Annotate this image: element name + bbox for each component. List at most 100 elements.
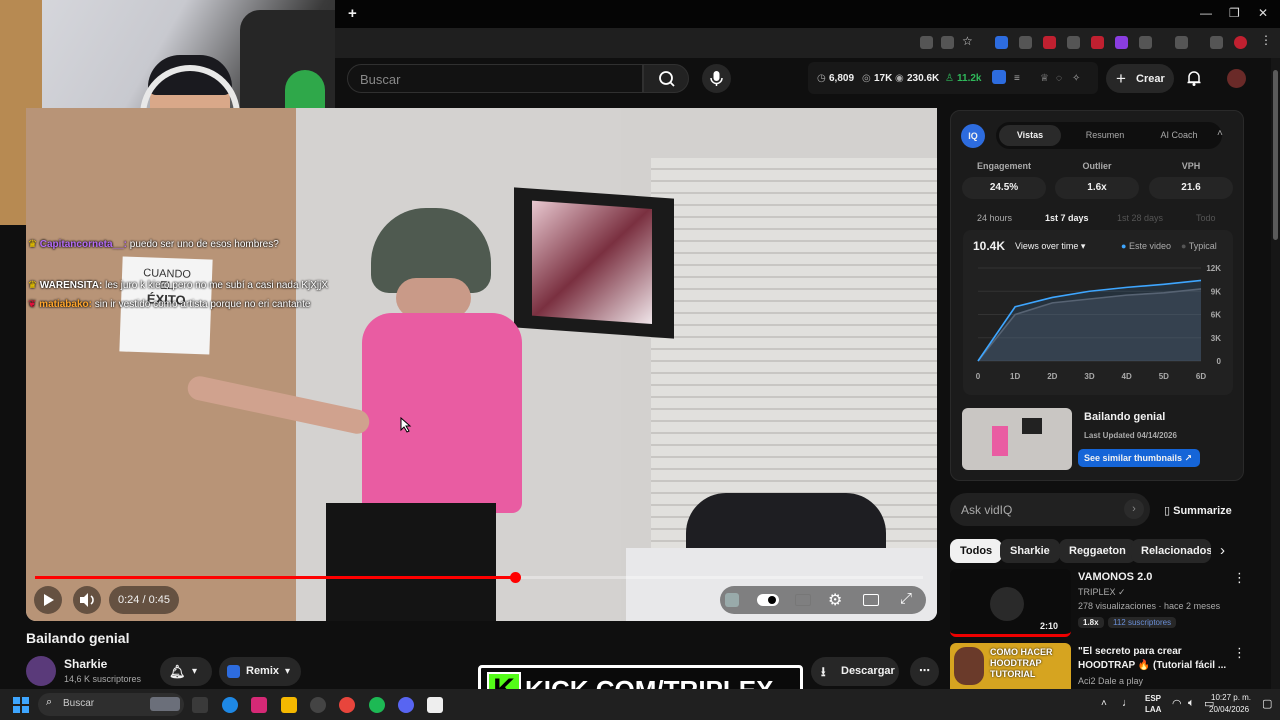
close-window-icon[interactable]: ✕ (1258, 6, 1268, 20)
range-28d[interactable]: 1st 28 days (1117, 213, 1163, 223)
language-indicator[interactable]: ESP (1145, 694, 1161, 703)
profile-icon[interactable] (1234, 36, 1247, 49)
notification-center-icon[interactable]: ▢ (1262, 697, 1272, 710)
vidiq-logo-icon[interactable] (992, 70, 1006, 84)
play-button[interactable] (34, 586, 62, 614)
summarize-button[interactable]: ▯ Summarize (1164, 504, 1232, 517)
cast-icon[interactable] (920, 36, 933, 49)
spotify-icon[interactable] (369, 697, 385, 713)
theater-mode-icon[interactable] (863, 594, 879, 606)
chip-relacionados[interactable]: Relacionados (1131, 539, 1211, 563)
channel-avatar[interactable] (26, 656, 56, 686)
thumb-title: Bailando genial (1084, 411, 1166, 423)
voice-search-button[interactable] (702, 64, 731, 93)
extension-icon[interactable] (1115, 36, 1128, 49)
tab-ai-coach[interactable]: AI Coach (1148, 125, 1210, 146)
ask-vidiq-input[interactable]: Ask vidIQ › (950, 493, 1150, 526)
taskbar-search[interactable]: ⌕ Buscar (38, 693, 184, 716)
puzzle-icon[interactable] (1139, 36, 1152, 49)
volume-button[interactable] (73, 586, 101, 614)
tab-vistas[interactable]: Vistas (999, 125, 1061, 146)
similar-thumbnails-button[interactable]: See similar thumbnails ↗ (1078, 449, 1200, 467)
chips-next-icon[interactable]: › (1220, 542, 1225, 559)
new-tab-button[interactable]: + (348, 5, 357, 22)
sparkle-icon[interactable]: ✧ (1072, 73, 1080, 84)
zoom-icon[interactable] (941, 36, 954, 49)
chip-reggaeton[interactable]: Reggaeton (1059, 539, 1136, 563)
language-layout[interactable]: LAA (1145, 705, 1161, 714)
create-button[interactable]: + Crear (1106, 64, 1174, 93)
subtitles-icon[interactable] (795, 594, 811, 606)
search-button[interactable] (643, 64, 689, 93)
stat-value: 6,809 (829, 73, 855, 84)
instagram-icon[interactable] (251, 697, 267, 713)
chrome-icon[interactable] (339, 697, 355, 713)
task-view-icon[interactable] (192, 697, 208, 713)
minimize-icon[interactable]: — (1200, 6, 1212, 20)
notification-bell-button[interactable]: 🔔︎ ▾ (160, 657, 212, 686)
video-player[interactable]: CUANDO EL ÉXITO ♛ Capitancorneta__: pued… (26, 108, 937, 621)
vidiq-player-icon[interactable] (725, 593, 739, 607)
clock-date[interactable]: 20/04/2026 (1209, 705, 1249, 714)
obs-icon[interactable] (310, 697, 326, 713)
range-24h[interactable]: 24 hours (977, 213, 1012, 223)
tab-resumen[interactable]: Resumen (1074, 125, 1136, 146)
progress-track[interactable] (35, 572, 923, 583)
channel-name[interactable]: Sharkie (64, 657, 107, 671)
file-explorer-icon[interactable] (281, 697, 297, 713)
discord-icon[interactable] (398, 697, 414, 713)
speaker-icon[interactable]: 🔈︎ (1188, 697, 1195, 710)
chip-sharkie[interactable]: Sharkie (1000, 539, 1060, 563)
trophy-icon[interactable]: ♕ (1040, 73, 1049, 84)
range-7d[interactable]: 1st 7 days (1045, 213, 1089, 223)
more-actions-button[interactable]: ⋯ (910, 657, 939, 686)
restore-icon[interactable]: ❐ (1229, 6, 1240, 20)
bookmark-star-icon[interactable]: ☆ (962, 34, 975, 48)
autoplay-toggle[interactable] (757, 594, 779, 606)
progress-scrubber[interactable] (509, 572, 521, 583)
page-scrollbar[interactable] (1271, 58, 1280, 689)
wifi-icon[interactable]: ◠ (1172, 697, 1182, 710)
search-input[interactable]: Buscar (347, 64, 643, 93)
avatar[interactable] (1227, 69, 1246, 88)
settings-gear-icon[interactable]: ⚙ (828, 590, 842, 610)
mic-tray-icon[interactable]: ♩ (1122, 697, 1133, 709)
tray-chevron-icon[interactable]: ˄ (1101, 698, 1107, 709)
x-tick-label: 3D (1084, 372, 1094, 381)
remix-button[interactable]: Remix ▾ (219, 657, 301, 686)
fullscreen-icon[interactable]: ⤢ (900, 590, 912, 607)
chip-todos[interactable]: Todos (950, 539, 1003, 563)
extension-icon[interactable] (1091, 36, 1104, 49)
rec-menu-icon[interactable]: ⋮ (1233, 645, 1246, 661)
send-arrow-icon[interactable]: › (1124, 499, 1144, 519)
video-thumbnail[interactable] (962, 408, 1072, 470)
menu-dots-icon[interactable]: ⋮ (1260, 33, 1273, 47)
download-button[interactable]: ⭳ Descargar (811, 657, 899, 686)
vidiq-stats-bar: ◷ 6,809 ◎ 17K ◉ 230.6K ♙ 11.2k ≡ ♕ ◌ ✧ (808, 62, 1098, 94)
collapse-chevron-icon[interactable]: ˄ (1217, 128, 1223, 139)
range-all[interactable]: Todo (1196, 213, 1216, 223)
comment-icon[interactable]: ◌ (1056, 73, 1062, 84)
rec-title[interactable]: VAMONOS 2.0 (1078, 571, 1152, 583)
media-icon[interactable] (1210, 36, 1223, 49)
rec-channel[interactable]: TRIPLEX ✓ (1078, 587, 1126, 598)
verified-icon: ✓ (1118, 587, 1126, 597)
rec-thumbnail[interactable]: 2:10 (950, 569, 1071, 637)
sidebar-icon[interactable] (1175, 36, 1188, 49)
clock-time[interactable]: 10:27 p. m. (1211, 693, 1251, 702)
extension-icon[interactable] (1067, 36, 1080, 49)
rec-channel[interactable]: Aci2 Dale a play (1078, 676, 1143, 686)
rec-title[interactable]: "El secreto para crear HOODTRAP 🔥 (Tutor… (1078, 645, 1228, 673)
list-icon[interactable]: ≡ (1014, 73, 1020, 84)
capcut-icon[interactable] (427, 697, 443, 713)
video-title: Bailando genial (26, 630, 130, 646)
notifications-button[interactable] (1185, 69, 1203, 87)
rec-thumbnail[interactable]: COMO HACER HOODTRAP TUTORIAL (950, 643, 1071, 689)
views-dropdown[interactable]: Views over time ▾ (1015, 241, 1085, 252)
edge-icon[interactable] (222, 697, 238, 713)
extension-icon[interactable] (1019, 36, 1032, 49)
extension-icon[interactable] (995, 36, 1008, 49)
rec-menu-icon[interactable]: ⋮ (1233, 570, 1246, 586)
windows-start-icon[interactable] (13, 697, 29, 713)
extension-icon[interactable] (1043, 36, 1056, 49)
